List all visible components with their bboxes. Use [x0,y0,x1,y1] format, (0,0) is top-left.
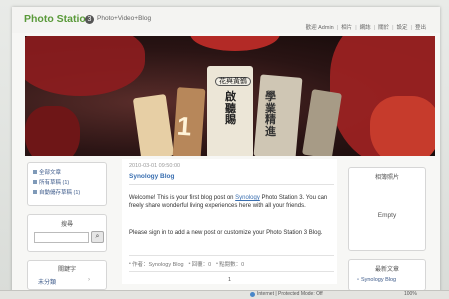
logo-subtitle: Photo+Video+Blog [97,15,152,22]
banner-wish-tag [302,89,342,156]
divider [129,271,334,272]
latest-post-item[interactable]: ▫ Synology Blog [357,277,396,283]
search-input[interactable] [34,232,89,243]
post-body-text: Welcome! This is your first blog post on [129,195,234,201]
tags-panel: 關鍵字 未分類 › [27,260,107,290]
post-meta: ▪ 作者：Synology Blog ▪ 回覆：0 ▪ 點閱數：0 [129,260,244,268]
latest-posts-panel: 最新文章 ▫ Synology Blog [348,259,426,291]
latest-heading: 最新文章 [374,267,399,273]
search-icon[interactable]: ⌕ [91,231,104,243]
author-icon: ▪ [129,261,131,267]
banner-red-tassel [370,96,435,156]
globe-icon [250,291,255,297]
blog-post: 2010-03-01 09:50:00 Synology Blog Welcom… [122,159,337,284]
comment-icon: ▪ [188,261,191,267]
top-link-photos[interactable]: 相片 [337,23,352,31]
logo-text[interactable]: Photo Station [24,13,92,25]
synology-link[interactable]: Synology [235,195,260,201]
latest-post-label: Synology Blog [360,277,397,283]
document-icon [33,190,37,194]
banner-red-tassel [190,36,280,51]
banner-red-tassel [25,106,80,156]
search-panel: 搜尋 ⌕ [27,214,107,252]
banner-tag-seal: 花與黃鶴 [215,77,251,87]
divider [129,255,334,256]
banner-tag-number: 1 [176,110,193,142]
post-comments[interactable]: 回覆：0 [192,260,212,268]
browser-viewport: Photo Station 3 Photo+Video+Blog 歡迎 Admi… [0,0,449,299]
top-link-settings[interactable]: 設定 [392,23,408,31]
tags-heading: 關鍵字 [57,267,76,273]
banner-tag-text-left: 啟聽賜 [225,90,236,127]
page-number[interactable]: 1 [122,277,337,283]
search-heading: 搜尋 [60,222,73,228]
post-date: 2010-03-01 09:50:00 [129,163,181,169]
photos-heading: 相簿照片 [374,175,399,181]
zoom-level[interactable]: 100% [404,291,417,297]
banner-red-tassel [25,36,145,96]
banner-tag-text-right: 學業精進 [265,90,276,138]
security-zone: Internet | Protected Mode: Off [250,291,323,297]
top-links: 歡迎 Admin 相片 網誌 關於 設定 登出 [306,23,426,31]
post-views: 點閱數：0 [219,262,245,268]
tag-item[interactable]: 未分類 [38,277,56,286]
category-list: 全部文章 所有草稿 (1) 自動儲存草稿 (1) [27,162,107,206]
left-sidebar: 全部文章 所有草稿 (1) 自動儲存草稿 (1) 搜尋 ⌕ 關鍵字 未分類 › [27,162,107,298]
post-author[interactable]: 作者：Synology Blog [132,260,184,268]
header-banner-image: 1 花與黃鶴 啟聽賜 學業精進 [25,36,435,156]
zone-label: Internet | Protected Mode: Off [257,291,323,297]
top-link-user[interactable]: 歡迎 Admin [306,23,334,31]
category-item[interactable]: 全部文章 [33,167,101,177]
views-icon: ▪ [216,261,219,267]
top-bar: Photo Station 3 Photo+Video+Blog 歡迎 Admi… [12,7,440,33]
category-label: 所有草稿 (1) [39,180,70,186]
photos-panel: 相簿照片 Empty [348,167,426,251]
post-body-paragraph-2: Please sign in to add a new post or cust… [129,230,323,236]
category-label: 自動儲存草稿 (1) [39,190,81,196]
top-link-about[interactable]: 關於 [374,23,389,31]
chevron-right-icon[interactable]: › [88,277,90,283]
document-icon [33,180,37,184]
post-title[interactable]: Synology Blog [129,173,175,180]
category-item[interactable]: 所有草稿 (1) [33,177,101,187]
banner-wish-tag [132,94,175,156]
category-item[interactable]: 自動儲存草稿 (1) [33,187,101,197]
photo-station-page: Photo Station 3 Photo+Video+Blog 歡迎 Admi… [12,7,440,292]
top-link-blog[interactable]: 網誌 [355,23,371,31]
post-body-paragraph: Welcome! This is your first blog post on… [129,194,329,211]
photos-empty-text: Empty [377,212,397,219]
right-sidebar: 相簿照片 Empty 最新文章 ▫ Synology Blog [348,167,426,299]
category-label: 全部文章 [39,170,62,176]
divider [129,184,334,185]
top-link-logout[interactable]: 登出 [411,23,426,31]
version-badge: 3 [85,15,94,24]
document-icon: ▫ [357,277,359,283]
document-icon [33,170,37,174]
